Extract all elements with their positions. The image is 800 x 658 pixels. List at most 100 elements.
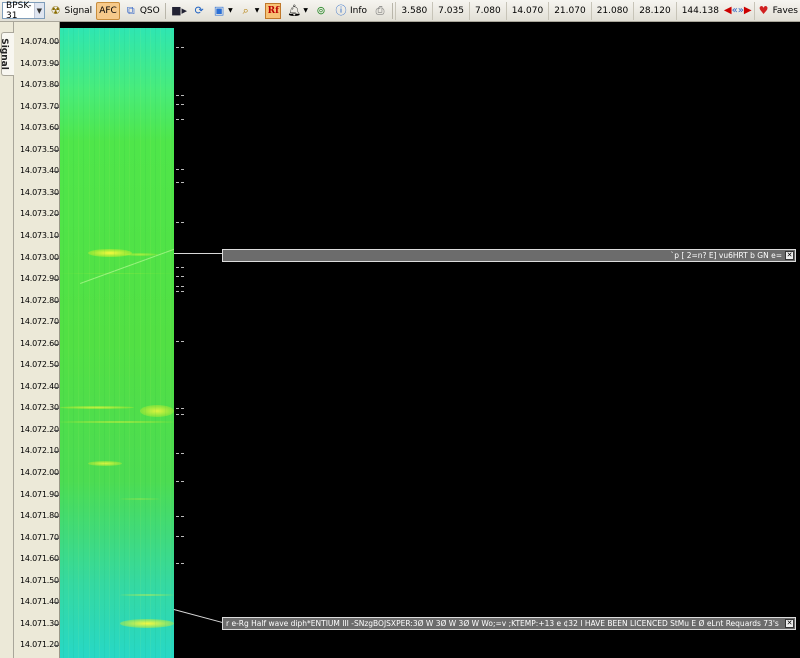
bell-icon: 🔔︎ <box>287 4 302 17</box>
band-button-label: 7.035 <box>438 5 464 16</box>
up-button[interactable]: ⊚ <box>312 2 330 20</box>
refresh-button[interactable]: ⟳ <box>190 2 208 20</box>
alert-button[interactable]: 🔔︎ ▼ <box>285 2 310 20</box>
faves-button[interactable]: ♥ Faves <box>753 1 800 20</box>
monitor-icon: ▣ <box>213 4 225 17</box>
search-icon: ⌕ <box>242 4 249 17</box>
mode-select-value: BPSK-31 <box>6 0 32 21</box>
monitor-button[interactable]: ▣ ▼ <box>210 2 235 20</box>
band-button[interactable]: 28.120 <box>633 1 676 20</box>
noise-streak <box>83 28 85 658</box>
signal-marker <box>176 341 184 342</box>
noise-streak <box>68 28 70 658</box>
signal-marker <box>176 119 184 120</box>
signal-marker <box>176 95 184 96</box>
rf-label: Rf <box>267 5 280 16</box>
noise-streak <box>144 28 146 658</box>
band-buttons: 3.580 7.035 7.080 14.070 21.070 21.080 28.120 1… <box>395 1 724 20</box>
noise-streak <box>139 28 141 658</box>
noise-streak <box>149 28 151 658</box>
rf-button[interactable]: Rf <box>263 2 283 20</box>
info-icon: ⓘ <box>335 4 347 17</box>
rf-icon: Rf <box>265 2 282 19</box>
info-button[interactable]: ⓘ Info <box>332 2 369 20</box>
frequency-axis: 14.074.00 14.073.90 14.073.80 14.073.70 14.0… <box>14 22 60 658</box>
print-button[interactable]: ⎙ <box>371 2 389 20</box>
band-button[interactable]: 144.138 <box>675 1 724 20</box>
signal-marker <box>176 47 184 48</box>
band-button[interactable]: 7.035 <box>432 1 469 20</box>
close-icon[interactable]: ✕ <box>785 619 794 628</box>
signal-marker <box>176 104 184 105</box>
signal-marker <box>176 414 184 415</box>
noise-streak <box>119 28 121 658</box>
signal-trace <box>60 406 134 409</box>
refresh-icon: ⟳ <box>194 4 204 17</box>
qso-button-label: QSO <box>139 5 160 16</box>
noise-streak <box>78 28 80 658</box>
close-icon[interactable]: ✕ <box>785 251 794 260</box>
faves-button-label: Faves <box>772 5 798 16</box>
band-button[interactable]: 7.080 <box>468 1 506 20</box>
afc-button[interactable]: AFC <box>96 1 120 20</box>
chevron-down-icon[interactable]: ▼ <box>34 3 44 18</box>
signal-tab[interactable]: Signal <box>0 32 14 76</box>
noise-streak <box>63 28 64 658</box>
noise-streak <box>98 28 100 658</box>
signal-marker <box>176 169 184 170</box>
afc-button-label: AFC <box>99 5 117 16</box>
noise-streak <box>170 28 172 658</box>
decode-leader-line <box>174 253 222 254</box>
decode-window[interactable]: `p [ 2=n? E] vu6HRT b GN e= ✕ <box>222 249 796 262</box>
noise-streak <box>154 28 156 658</box>
noise-streak <box>114 28 115 658</box>
noise-streak <box>93 28 95 658</box>
signal-marker <box>176 267 184 268</box>
signal-marker <box>176 516 184 517</box>
band-button-label: 21.080 <box>596 5 629 16</box>
band-button[interactable]: 21.080 <box>590 1 634 20</box>
decode-text: `p [ 2=n? E] vu6HRT b GN e= <box>670 251 782 260</box>
zoom-button[interactable]: ⌕ ▼ <box>237 2 262 20</box>
band-button-label: 144.138 <box>681 5 719 16</box>
chevron-down-icon: ▼ <box>228 7 233 14</box>
noise-streak <box>165 28 166 658</box>
band-button[interactable]: 3.580 <box>395 1 432 20</box>
band-button-label: 21.070 <box>554 5 586 16</box>
signal-tab-label: Signal <box>0 38 9 70</box>
main-toolbar: BPSK-31 ▼ ☢ Signal AFC ⧉ QSO ■▸ ⟳ ▣ ▼ ⌕ … <box>0 0 800 22</box>
signal-trace <box>60 421 174 423</box>
band-button-label: 3.580 <box>401 5 428 16</box>
noise-streak <box>159 28 161 658</box>
signal-marker <box>176 222 184 223</box>
prev-icon[interactable]: ◀ <box>724 5 732 16</box>
noise-streak <box>103 28 105 658</box>
signal-marker <box>176 481 184 482</box>
qso-button[interactable]: ⧉ QSO <box>122 2 162 20</box>
decode-text: r e-Rg Half wave diph*ENTIUM III -SNzgBO… <box>226 619 779 628</box>
signal-marker <box>176 563 184 564</box>
up-icon: ⊚ <box>316 4 326 17</box>
noise-streak <box>88 28 90 658</box>
heart-icon: ♥ <box>758 4 769 17</box>
band-button-label: 14.070 <box>511 5 544 16</box>
signal-button-label: Signal <box>64 5 93 16</box>
decode-window[interactable]: r e-Rg Half wave diph*ENTIUM III -SNzgBO… <box>222 617 796 630</box>
noise-streak <box>134 28 136 658</box>
band-button-label: 28.120 <box>639 5 671 16</box>
qso-icon: ⧉ <box>126 4 135 17</box>
signal-trace <box>60 273 174 274</box>
chevron-down-icon: ▼ <box>303 7 308 14</box>
band-button[interactable]: 21.070 <box>548 1 591 20</box>
signal-marker <box>176 291 184 292</box>
next-icon[interactable]: ▶ <box>744 5 752 16</box>
signal-marker <box>176 276 184 277</box>
signal-marker <box>176 453 184 454</box>
signal-marker <box>176 182 184 183</box>
radiation-icon: ☢ <box>50 4 61 17</box>
mode-select[interactable]: BPSK-31 ▼ <box>2 0 45 21</box>
band-button[interactable]: 14.070 <box>505 1 549 20</box>
waterfall-display[interactable] <box>60 28 174 658</box>
signal-button[interactable]: ☢ Signal <box>47 2 95 20</box>
signal-marker <box>176 286 184 287</box>
